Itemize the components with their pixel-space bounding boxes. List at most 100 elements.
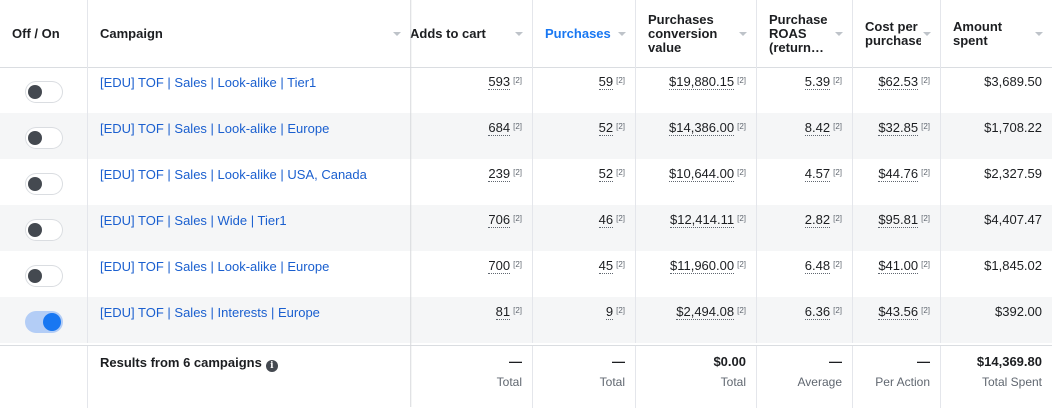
roas-value[interactable]: 5.39 [2] <box>804 74 842 90</box>
footnote-marker: [2] <box>737 306 746 315</box>
adds-to-cart-value[interactable]: 239 [2] <box>488 166 522 182</box>
cost-per-purchase-value[interactable]: $41.00 [2] <box>878 258 930 274</box>
footnote-marker: [2] <box>921 260 930 269</box>
amount-spent-cell: $392.00 <box>941 297 1052 343</box>
campaign-toggle[interactable] <box>25 127 63 149</box>
pcv-line3: value <box>648 39 682 55</box>
conversion-value-number: $12,414.11 <box>669 212 735 228</box>
campaign-name-link[interactable]: [EDU] TOF | Sales | Look-alike | Europe <box>100 259 329 274</box>
footnote-marker: [2] <box>737 168 746 177</box>
campaign-name-link[interactable]: [EDU] TOF | Sales | Look-alike | Tier1 <box>100 75 316 90</box>
sort-caret-icon[interactable] <box>1035 32 1043 36</box>
purchases-number: 52 <box>598 120 614 136</box>
conversion-value-value[interactable]: $2,494.08 [2] <box>676 304 746 320</box>
cost-per-purchase-value[interactable]: $32.85 [2] <box>878 120 930 136</box>
cost-per-purchase-value[interactable]: $95.81 [2] <box>878 212 930 228</box>
adds-to-cart-value[interactable]: 81 [2] <box>495 304 522 320</box>
campaign-toggle[interactable] <box>25 81 63 103</box>
cost-per-purchase-value[interactable]: $44.76 [2] <box>878 166 930 182</box>
purchases-value[interactable]: 52 [2] <box>598 120 625 136</box>
roas-number: 8.42 <box>804 120 831 136</box>
campaign-cell: [EDU] TOF | Sales | Look-alike | Tier1 <box>88 67 410 113</box>
campaign-toggle[interactable] <box>25 311 63 333</box>
col-header-amount-label: Amount spent <box>953 18 1003 48</box>
adds-to-cart-value[interactable]: 593 [2] <box>488 74 522 90</box>
footnote-marker: [2] <box>921 168 930 177</box>
purchases-value[interactable]: 9 [2] <box>605 304 625 320</box>
conversion-value-value[interactable]: $11,960.00 [2] <box>669 258 746 274</box>
purchases-cell: 52 [2] <box>533 159 636 205</box>
campaign-name-link[interactable]: [EDU] TOF | Sales | Interests | Europe <box>100 305 320 320</box>
footnote-marker: [2] <box>833 122 842 131</box>
adds-to-cart-cell: 81 [2] <box>410 297 533 343</box>
campaign-name-link[interactable]: [EDU] TOF | Sales | Wide | Tier1 <box>100 213 287 228</box>
roas-cell: 6.48 [2] <box>757 251 853 297</box>
sort-caret-icon[interactable] <box>618 32 626 36</box>
footnote-marker: [2] <box>616 214 625 223</box>
amount-spent-value: $2,327.59 <box>984 166 1042 181</box>
cost-per-purchase-number: $41.00 <box>878 258 919 274</box>
amount-spent-cell: $1,708.22 <box>941 113 1052 159</box>
col-header-off-on-label: Off / On <box>12 25 60 41</box>
cost-per-purchase-cell: $95.81 [2] <box>853 205 941 251</box>
adds-to-cart-number: 239 <box>488 166 511 182</box>
col-header-conversion-value[interactable]: Purchases conversion value <box>636 0 757 67</box>
purchases-value[interactable]: 59 [2] <box>598 74 625 90</box>
adds-to-cart-value[interactable]: 706 [2] <box>488 212 522 228</box>
summary-amount-sub: Total Spent <box>981 375 1042 389</box>
col-header-adds-to-cart[interactable]: Adds to cart <box>410 0 533 67</box>
summary-roas-cell: — Average <box>757 346 853 408</box>
table-row: [EDU] TOF | Sales | Look-alike | Tier1 59… <box>0 67 1052 113</box>
col-header-adds-label: Adds to cart <box>410 25 486 41</box>
purchases-cell: 9 [2] <box>533 297 636 343</box>
adds-to-cart-value[interactable]: 684 [2] <box>488 120 522 136</box>
conversion-value-value[interactable]: $14,386.00 [2] <box>669 120 746 136</box>
roas-value[interactable]: 6.36 [2] <box>804 304 842 320</box>
campaign-name-link[interactable]: [EDU] TOF | Sales | Look-alike | USA, Ca… <box>100 167 367 182</box>
cost-per-purchase-value[interactable]: $62.53 [2] <box>878 74 930 90</box>
sort-caret-icon[interactable] <box>393 32 401 36</box>
conversion-value-cell: $12,414.11 [2] <box>636 205 757 251</box>
adds-to-cart-value[interactable]: 700 [2] <box>488 258 522 274</box>
campaign-toggle[interactable] <box>25 173 63 195</box>
adds-to-cart-number: 706 <box>488 212 511 228</box>
footnote-marker: [2] <box>513 122 522 131</box>
col-header-purchases[interactable]: Purchases <box>533 0 636 67</box>
col-header-off-on[interactable]: Off / On <box>0 0 88 67</box>
conversion-value-value[interactable]: $19,880.15 [2] <box>669 74 746 90</box>
conversion-value-value[interactable]: $10,644.00 [2] <box>669 166 746 182</box>
roas-value[interactable]: 2.82 [2] <box>804 212 842 228</box>
purchases-cell: 45 [2] <box>533 251 636 297</box>
col-header-campaign[interactable]: Campaign <box>88 0 410 67</box>
amount-line1: Amount <box>953 18 1003 34</box>
footnote-marker: [2] <box>921 122 930 131</box>
roas-value[interactable]: 8.42 [2] <box>804 120 842 136</box>
footnote-marker: [2] <box>513 168 522 177</box>
conversion-value-value[interactable]: $12,414.11 [2] <box>669 212 746 228</box>
cost-per-purchase-value[interactable]: $43.56 [2] <box>878 304 930 320</box>
purchases-value[interactable]: 52 [2] <box>598 166 625 182</box>
campaign-toggle[interactable] <box>25 219 63 241</box>
col-header-cost-per-purchase[interactable]: Cost per purchase <box>853 0 941 67</box>
sort-caret-icon[interactable] <box>835 32 843 36</box>
col-header-amount-spent[interactable]: Amount spent <box>941 0 1052 67</box>
summary-amount-value: $14,369.80 <box>976 354 1042 369</box>
campaign-name-link[interactable]: [EDU] TOF | Sales | Look-alike | Europe <box>100 121 329 136</box>
toggle-cell <box>0 297 88 343</box>
conversion-value-cell: $19,880.15 [2] <box>636 67 757 113</box>
summary-pcv-sub: Total <box>720 375 746 389</box>
sort-caret-icon[interactable] <box>923 32 931 36</box>
sort-caret-icon[interactable] <box>515 32 523 36</box>
purchases-value[interactable]: 45 [2] <box>598 258 625 274</box>
sort-caret-icon[interactable] <box>739 32 747 36</box>
info-icon[interactable]: i <box>265 360 278 372</box>
purchases-value[interactable]: 46 [2] <box>598 212 625 228</box>
campaign-toggle[interactable] <box>25 265 63 287</box>
roas-line2: ROAS <box>769 25 807 41</box>
roas-value[interactable]: 6.48 [2] <box>804 258 842 274</box>
col-header-roas-label: Purchase ROAS (return… <box>769 12 828 55</box>
roas-value[interactable]: 4.57 [2] <box>804 166 842 182</box>
col-header-roas[interactable]: Purchase ROAS (return… <box>757 0 853 67</box>
footnote-marker: [2] <box>833 76 842 85</box>
footnote-marker: [2] <box>737 76 746 85</box>
